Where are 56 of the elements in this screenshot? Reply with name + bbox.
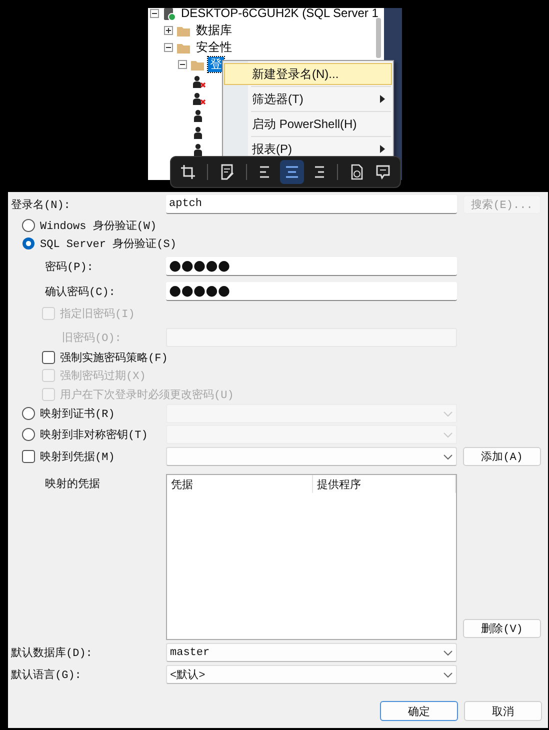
toolbar-button[interactable] bbox=[280, 160, 304, 184]
expand-icon[interactable] bbox=[164, 26, 173, 35]
column-header[interactable]: 提供程序 bbox=[313, 475, 456, 493]
button[interactable]: 删除(V) bbox=[463, 619, 541, 638]
radio-button[interactable] bbox=[22, 218, 35, 232]
option-label: Windows 身份验证(W) bbox=[40, 219, 157, 232]
field-label: 旧密码(O): bbox=[62, 330, 122, 344]
dropdown[interactable]: master bbox=[166, 643, 457, 662]
option-label: 映射到非对称密钥(T) bbox=[40, 428, 148, 442]
option-label: 强制密码过期(X) bbox=[60, 368, 146, 382]
input-field[interactable]: ●●●●● bbox=[166, 257, 457, 276]
chevron-down-icon bbox=[443, 454, 453, 460]
checkbox[interactable] bbox=[42, 350, 55, 364]
collapse-icon[interactable] bbox=[164, 43, 173, 52]
tree-item[interactable]: 安全性 bbox=[194, 40, 234, 55]
collapse-icon[interactable] bbox=[178, 60, 187, 69]
tree-item[interactable]: DESKTOP-6CGUH2K (SQL Server 1 bbox=[179, 8, 380, 21]
tree-item[interactable]: 登 bbox=[208, 57, 224, 72]
button[interactable]: 取消 bbox=[464, 701, 542, 721]
section-label: 映射的凭据 bbox=[45, 477, 100, 491]
button[interactable]: 添加(A) bbox=[463, 447, 541, 466]
radio-button[interactable] bbox=[22, 236, 35, 250]
option-label: 强制实施密码策略(F) bbox=[60, 350, 168, 364]
dropdown[interactable]: <默认> bbox=[166, 665, 457, 684]
menu-item[interactable]: 报表(P) bbox=[224, 138, 392, 160]
chevron-down-icon bbox=[443, 672, 453, 678]
column-header[interactable]: 凭据 bbox=[167, 475, 313, 493]
crop-icon bbox=[179, 163, 197, 181]
field-label: 默认语言(G): bbox=[11, 668, 82, 682]
input-field[interactable]: aptch bbox=[166, 194, 457, 214]
comment-icon bbox=[374, 163, 392, 181]
menu-item[interactable]: 启动 PowerShell(H) bbox=[224, 113, 392, 135]
option-label: SQL Server 身份验证(S) bbox=[40, 237, 176, 250]
chevron-down-icon bbox=[443, 410, 453, 416]
field-label: 默认数据库(D): bbox=[11, 646, 92, 660]
folder-icon bbox=[176, 42, 191, 54]
tree-item[interactable]: 数据库 bbox=[194, 23, 234, 38]
folder-icon bbox=[176, 24, 191, 36]
folder-icon bbox=[190, 58, 205, 70]
field-label: 密码(P): bbox=[45, 260, 94, 274]
option-label: 指定旧密码(I) bbox=[60, 306, 135, 320]
field-label: 登录名(N): bbox=[11, 198, 70, 212]
field-label: 确认密码(C): bbox=[45, 284, 116, 299]
button[interactable]: 确定 bbox=[380, 701, 458, 721]
chevron-down-icon bbox=[443, 650, 453, 656]
input-field[interactable]: ●●●●● bbox=[166, 282, 457, 301]
radio-button[interactable] bbox=[22, 428, 35, 441]
checkbox[interactable] bbox=[22, 450, 35, 463]
menu-item[interactable]: 新建登录名(N)... bbox=[224, 63, 392, 85]
chevron-down-icon bbox=[443, 432, 453, 438]
menu-item[interactable]: 筛选器(T) bbox=[224, 88, 392, 110]
option-label: 用户在下次登录时必须更改密码(U) bbox=[60, 388, 234, 402]
radio-button[interactable] bbox=[22, 407, 35, 420]
option-label: 映射到证书(R) bbox=[40, 407, 115, 421]
option-label: 映射到凭据(M) bbox=[40, 450, 115, 464]
collapse-icon[interactable] bbox=[150, 9, 159, 18]
